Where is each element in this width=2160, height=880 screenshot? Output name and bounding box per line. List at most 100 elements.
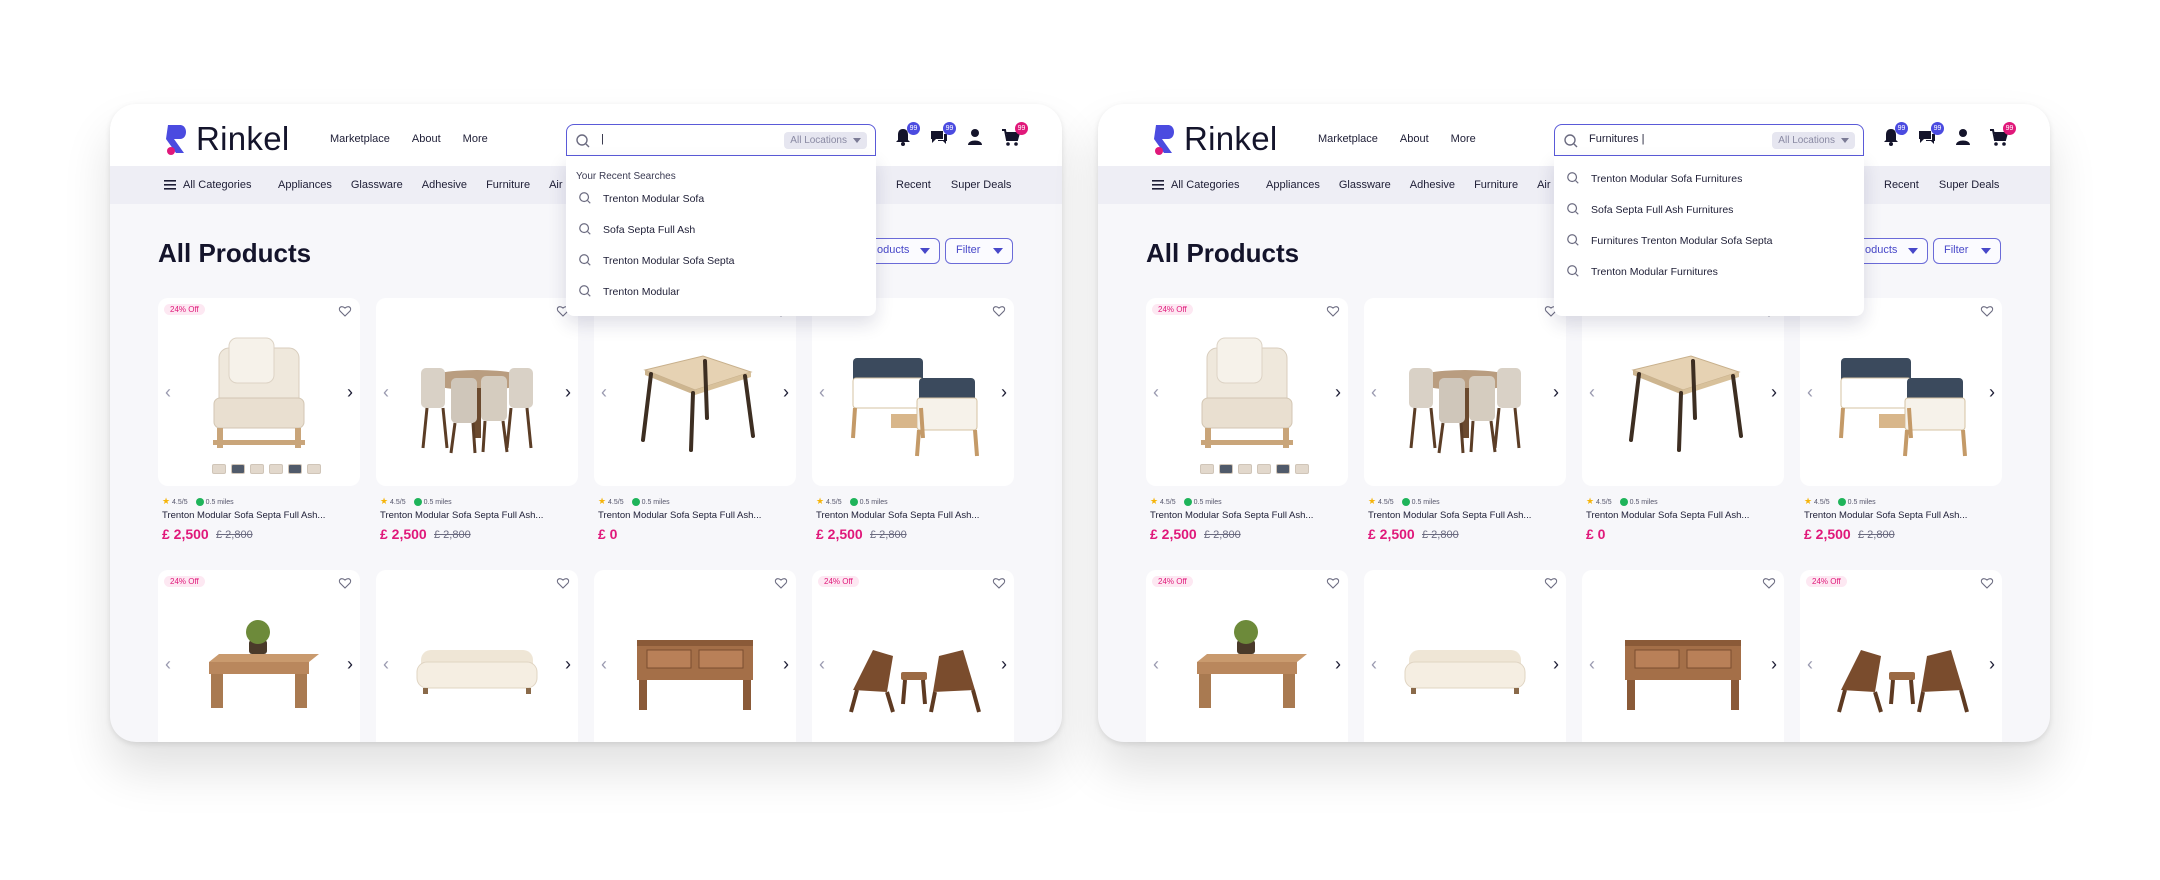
chevron-left-icon[interactable]: ‹ <box>814 382 830 402</box>
chevron-right-icon[interactable]: › <box>342 382 358 402</box>
category-link[interactable]: Air <box>1537 179 1550 191</box>
category-link[interactable]: Glassware <box>1339 179 1391 191</box>
search-box[interactable]: | All Locations <box>566 124 876 156</box>
chevron-left-icon[interactable]: ‹ <box>1802 382 1818 402</box>
thumbnail[interactable] <box>1295 464 1309 474</box>
chevron-right-icon[interactable]: › <box>996 382 1012 402</box>
all-categories-button[interactable]: All Categories <box>1152 179 1239 191</box>
category-link[interactable]: Air <box>549 179 562 191</box>
heart-icon[interactable] <box>556 576 570 590</box>
chat-button[interactable]: 99 <box>1916 122 1944 148</box>
thumbnail[interactable] <box>212 464 226 474</box>
heart-icon[interactable] <box>992 576 1006 590</box>
heart-icon[interactable] <box>1980 576 1994 590</box>
thumbnail[interactable] <box>288 464 302 474</box>
product-image[interactable]: 24% Off‹› <box>1800 570 2002 742</box>
thumbnail[interactable] <box>307 464 321 474</box>
product-card[interactable]: ‹ › <box>1364 570 1566 742</box>
chevron-right-icon[interactable]: › <box>1766 654 1782 674</box>
deal-link[interactable]: Super Deals <box>1939 179 2000 191</box>
product-image[interactable]: ‹ › <box>1582 298 1784 486</box>
thumbnail[interactable] <box>250 464 264 474</box>
chevron-right-icon[interactable]: › <box>778 654 794 674</box>
deal-link[interactable]: Recent <box>1884 179 1919 191</box>
category-link[interactable]: Appliances <box>278 179 332 191</box>
product-image[interactable]: ‹ › <box>376 298 578 486</box>
product-card[interactable]: 24% Off ‹ › <box>812 570 1014 742</box>
product-card[interactable]: ‹ › <box>594 570 796 742</box>
product-image[interactable]: 24% Off‹› <box>1800 298 2002 486</box>
chevron-left-icon[interactable]: ‹ <box>1148 382 1164 402</box>
search-box[interactable]: Furnitures | All Locations <box>1554 124 1864 156</box>
heart-icon[interactable] <box>992 304 1006 318</box>
product-image[interactable]: ‹ › <box>594 570 796 742</box>
thumbnail[interactable] <box>1219 464 1233 474</box>
product-image[interactable]: 24% Off‹› <box>158 298 360 486</box>
nav-link[interactable]: About <box>1400 133 1429 145</box>
product-card[interactable]: 24% Off‹›★ 4.5/50.5 milesTrenton Modular… <box>812 298 1014 550</box>
product-image[interactable]: 24% Off‹› <box>1146 298 1348 486</box>
filter-button[interactable]: Filter <box>945 238 1013 264</box>
category-link[interactable]: Adhesive <box>422 179 467 191</box>
search-suggestion[interactable]: Trenton Modular Sofa Septa <box>578 252 735 270</box>
search-suggestion[interactable]: Furnitures Trenton Modular Sofa Septa <box>1566 232 1773 250</box>
cart-button[interactable]: 99 <box>1000 122 1028 148</box>
product-card[interactable]: 24% Off ‹ › <box>1146 570 1348 742</box>
all-categories-button[interactable]: All Categories <box>164 179 251 191</box>
logo[interactable]: Rinkel <box>164 120 290 158</box>
thumbnail[interactable] <box>1257 464 1271 474</box>
heart-icon[interactable] <box>1326 576 1340 590</box>
search-suggestion[interactable]: Sofa Septa Full Ash <box>578 221 695 239</box>
heart-icon[interactable] <box>1980 304 1994 318</box>
category-link[interactable]: Adhesive <box>1410 179 1455 191</box>
sort-dropdown[interactable]: oducts <box>866 238 940 264</box>
heart-icon[interactable] <box>1326 304 1340 318</box>
chevron-left-icon[interactable]: ‹ <box>160 654 176 674</box>
category-link[interactable]: Appliances <box>1266 179 1320 191</box>
search-suggestion[interactable]: Sofa Septa Full Ash Furnitures <box>1566 201 1733 219</box>
chevron-right-icon[interactable]: › <box>996 654 1012 674</box>
category-link[interactable]: Furniture <box>1474 179 1518 191</box>
chevron-left-icon[interactable]: ‹ <box>814 654 830 674</box>
product-image[interactable]: ‹ › <box>1582 570 1784 742</box>
chevron-left-icon[interactable]: ‹ <box>1366 654 1382 674</box>
chevron-right-icon[interactable]: › <box>1330 654 1346 674</box>
product-name[interactable]: Trenton Modular Sofa Septa Full Ash... <box>1804 510 2000 521</box>
chevron-left-icon[interactable]: ‹ <box>1584 654 1600 674</box>
chevron-right-icon[interactable]: › <box>1330 382 1346 402</box>
chevron-right-icon[interactable]: › <box>560 654 576 674</box>
chevron-right-icon[interactable]: › <box>1766 382 1782 402</box>
chevron-left-icon[interactable]: ‹ <box>378 654 394 674</box>
chevron-right-icon[interactable]: › <box>1548 654 1564 674</box>
chat-button[interactable]: 99 <box>928 122 956 148</box>
chevron-left-icon[interactable]: ‹ <box>1802 654 1818 674</box>
product-name[interactable]: Trenton Modular Sofa Septa Full Ash... <box>598 510 794 521</box>
search-suggestion[interactable]: Trenton Modular Furnitures <box>1566 263 1718 281</box>
category-link[interactable]: Glassware <box>351 179 403 191</box>
product-image[interactable]: 24% Off‹› <box>1146 570 1348 742</box>
product-name[interactable]: Trenton Modular Sofa Septa Full Ash... <box>1368 510 1564 521</box>
user-button[interactable] <box>1952 126 1974 148</box>
product-card[interactable]: 24% Off‹›★ 4.5/50.5 milesTrenton Modular… <box>1146 298 1348 550</box>
cart-button[interactable]: 99 <box>1988 122 2016 148</box>
chevron-left-icon[interactable]: ‹ <box>160 382 176 402</box>
heart-icon[interactable] <box>1544 576 1558 590</box>
product-card[interactable]: ‹ › ★ 4.5/5 0.5 miles Trenton Modular Sofa S… <box>376 298 578 550</box>
chevron-left-icon[interactable]: ‹ <box>1584 382 1600 402</box>
nav-link[interactable]: More <box>463 133 488 145</box>
logo[interactable]: Rinkel <box>1152 120 1278 158</box>
product-card[interactable]: 24% Off‹›★ 4.5/50.5 milesTrenton Modular… <box>158 298 360 550</box>
bell-button[interactable]: 99 <box>892 122 920 148</box>
search-suggestion[interactable]: Trenton Modular <box>578 283 680 301</box>
deal-link[interactable]: Super Deals <box>951 179 1012 191</box>
chevron-left-icon[interactable]: ‹ <box>378 382 394 402</box>
product-image[interactable]: ‹ › <box>1364 298 1566 486</box>
search-input[interactable]: | <box>601 133 604 145</box>
product-image[interactable]: ‹ › <box>376 570 578 742</box>
bell-button[interactable]: 99 <box>1880 122 1908 148</box>
product-image[interactable]: 24% Off‹› <box>812 298 1014 486</box>
location-select[interactable]: All Locations <box>784 132 867 149</box>
product-card[interactable]: ‹ › ★ 4.5/5 0.5 miles Trenton Modular Sofa S… <box>1364 298 1566 550</box>
category-link[interactable]: Furniture <box>486 179 530 191</box>
chevron-left-icon[interactable]: ‹ <box>596 654 612 674</box>
